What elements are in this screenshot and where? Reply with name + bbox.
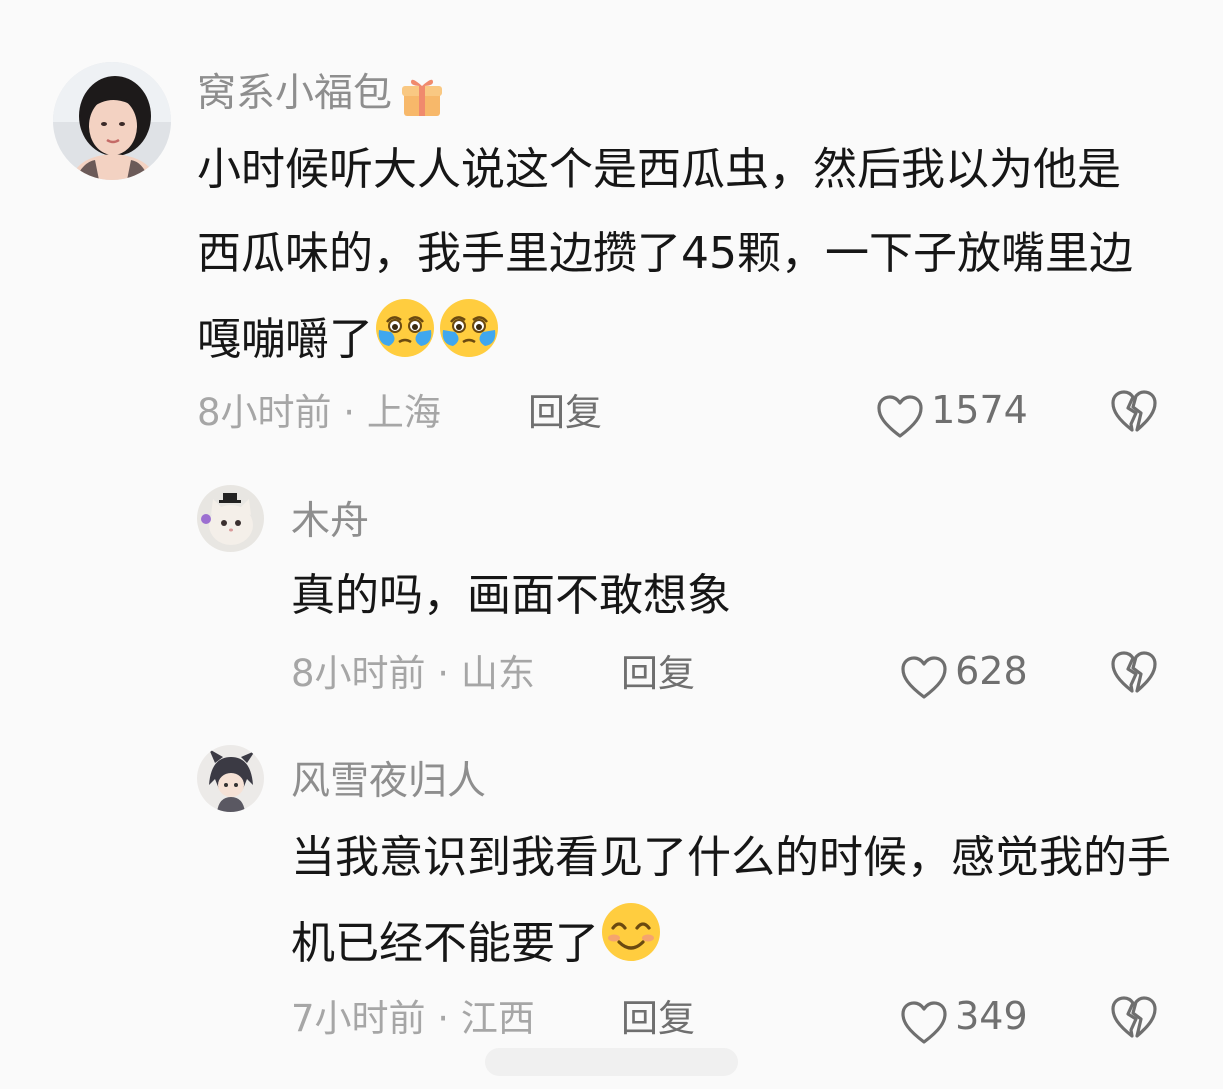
like-count: 1574 <box>931 388 1028 432</box>
separator: · <box>425 997 461 1040</box>
broken-heart-icon <box>1108 992 1160 1048</box>
location: 上海 <box>366 391 441 434</box>
separator: · <box>425 652 461 695</box>
heart-icon <box>874 391 926 447</box>
timestamp: 8小时前 <box>197 391 332 434</box>
timestamp: 7小时前 <box>291 997 426 1040</box>
like-count: 349 <box>955 994 1028 1038</box>
comment-meta: 8小时前 · 山东 <box>291 650 535 698</box>
reply-button[interactable]: 回复 <box>621 995 695 1043</box>
avatar[interactable] <box>53 62 171 180</box>
comment-text-content: 小时候听大人说这个是西瓜虫，然后我以为他是西瓜味的，我手里边攒了45颗，一下子放… <box>197 144 1133 365</box>
like-button[interactable]: 1574 <box>874 386 1028 447</box>
crying-face-icon <box>437 296 501 388</box>
like-button[interactable]: 628 <box>898 647 1028 708</box>
heart-icon <box>898 652 950 708</box>
dislike-button[interactable] <box>1108 992 1160 1048</box>
comment-text: 真的吗，画面不敢想象 <box>291 554 1151 638</box>
avatar[interactable] <box>197 485 264 552</box>
comment-text: 小时候听大人说这个是西瓜虫，然后我以为他是西瓜味的，我手里边攒了45颗，一下子放… <box>197 128 1157 388</box>
avatar-image <box>197 745 264 812</box>
broken-heart-icon <box>1108 647 1160 703</box>
username-row: 窝系小福包 <box>197 70 445 124</box>
reply-button[interactable]: 回复 <box>528 389 602 437</box>
broken-heart-icon <box>1108 386 1160 442</box>
like-button[interactable]: 349 <box>898 992 1028 1053</box>
location: 江西 <box>460 997 535 1040</box>
avatar-image <box>197 485 264 552</box>
gift-icon <box>399 74 445 124</box>
username[interactable]: 风雪夜归人 <box>291 758 486 806</box>
avatar-image <box>53 62 171 180</box>
comment-meta: 8小时前 · 上海 <box>197 389 441 437</box>
avatar[interactable] <box>197 745 264 812</box>
dislike-button[interactable] <box>1108 647 1160 703</box>
dislike-button[interactable] <box>1108 386 1160 442</box>
timestamp: 8小时前 <box>291 652 426 695</box>
comment-text-content: 当我意识到我看见了什么的时候，感觉我的手机已经不能要了 <box>291 832 1171 969</box>
smiling-face-icon <box>599 900 663 992</box>
comment-text-content: 真的吗，画面不敢想象 <box>291 570 731 621</box>
username[interactable]: 窝系小福包 <box>197 71 392 116</box>
home-indicator <box>485 1048 738 1076</box>
location: 山东 <box>460 652 535 695</box>
separator: · <box>331 391 367 434</box>
heart-icon <box>898 997 950 1053</box>
comment-text: 当我意识到我看见了什么的时候，感觉我的手机已经不能要了 <box>291 816 1171 992</box>
username[interactable]: 木舟 <box>291 498 369 546</box>
like-count: 628 <box>955 649 1028 693</box>
comment-meta: 7小时前 · 江西 <box>291 995 535 1043</box>
reply-button[interactable]: 回复 <box>621 650 695 698</box>
crying-face-icon <box>373 296 437 388</box>
